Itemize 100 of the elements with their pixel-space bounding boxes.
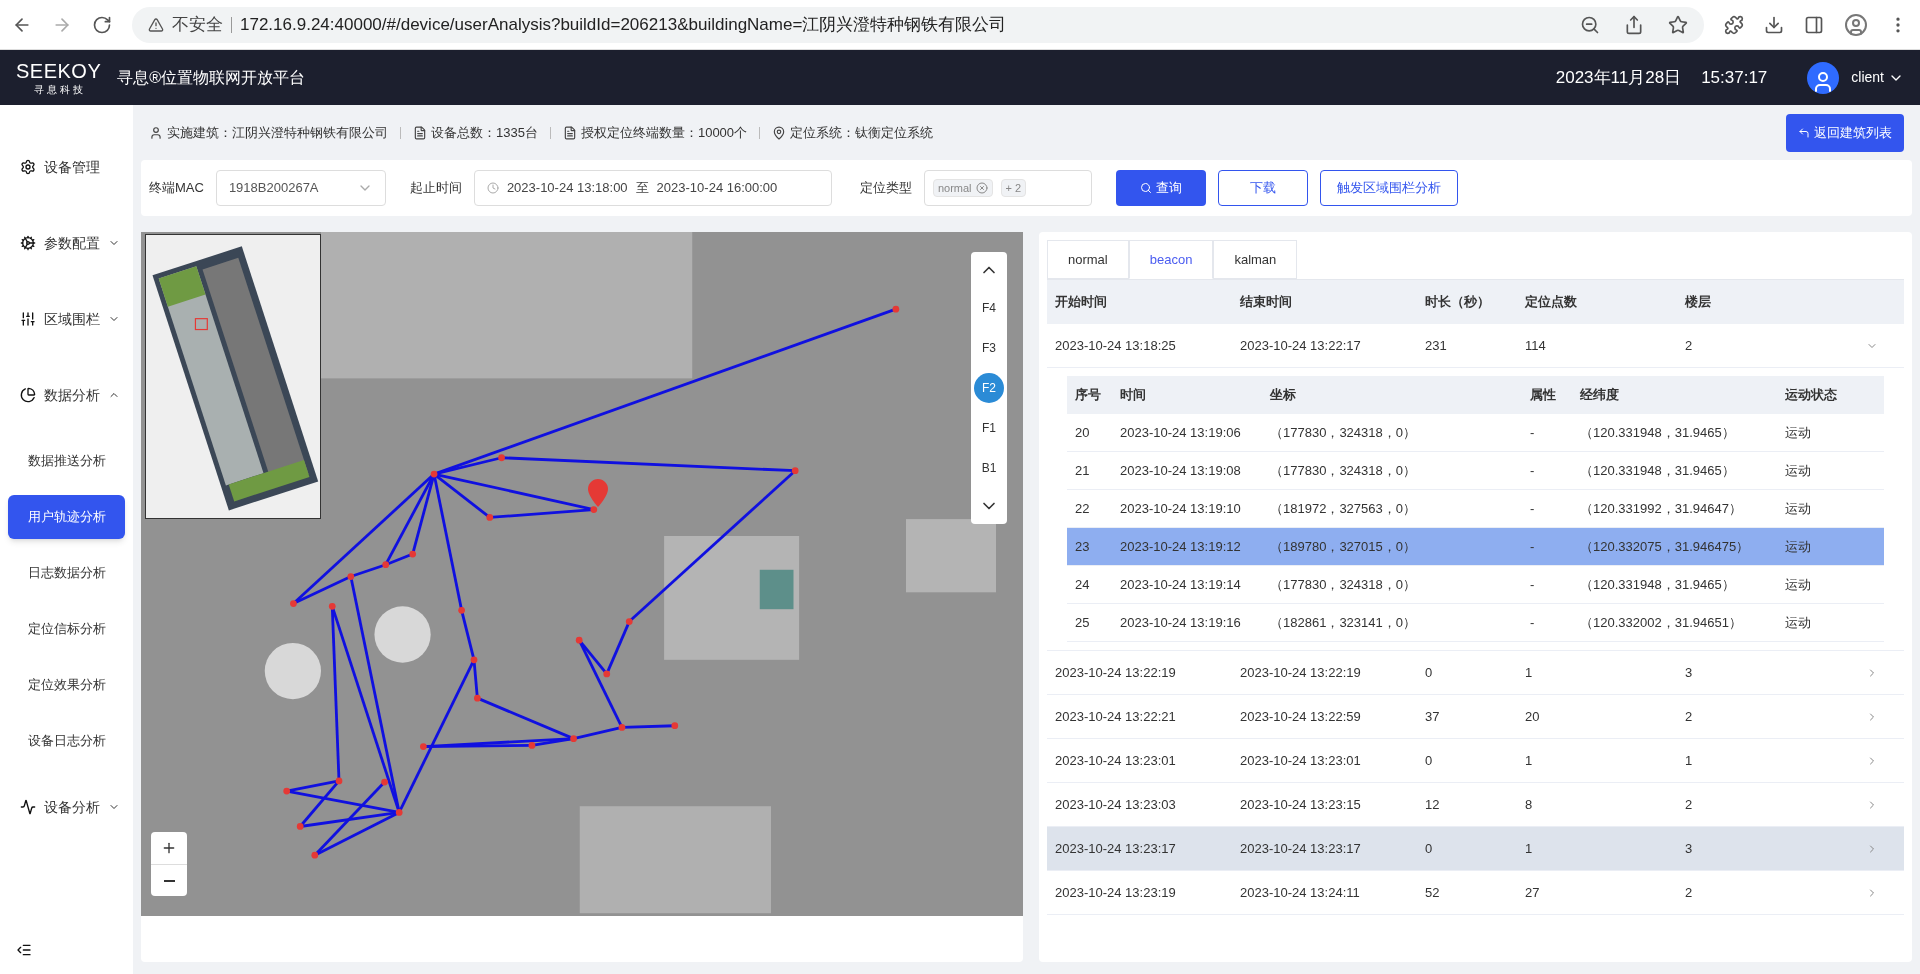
table-cell-text: 2023-10-24 13:22:59 bbox=[1240, 707, 1362, 726]
column-header: 运动状态 bbox=[1785, 386, 1838, 405]
table-cell-text: 0 bbox=[1425, 751, 1434, 770]
sliders-icon bbox=[20, 311, 36, 327]
table-cell-text: （177830，324318，0） bbox=[1270, 575, 1417, 594]
sidebar-menu-item[interactable]: 数据分析 bbox=[0, 375, 133, 415]
table-row[interactable]: 2023-10-24 13:23:17 2023-10-24 13:23:17 0 1 3 bbox=[1047, 827, 1904, 871]
header-time: 15:37:17 bbox=[1701, 66, 1768, 89]
document-icon bbox=[562, 125, 577, 140]
table-cell-text: - bbox=[1530, 499, 1536, 518]
table-cell-text: 2023-10-24 13:23:19 bbox=[1055, 883, 1177, 902]
table-cell-text: 2023-10-24 13:19:14 bbox=[1120, 575, 1242, 594]
gears-icon bbox=[20, 235, 36, 251]
mac-select[interactable]: 1918B200267A bbox=[215, 170, 386, 206]
reload-icon[interactable] bbox=[92, 14, 112, 35]
warning-icon bbox=[148, 16, 164, 33]
date-range-field[interactable]: 2023-10-24 13:18:00 至 2023-10-24 16:00:00 bbox=[473, 170, 832, 206]
table-cell-text: 0 bbox=[1425, 663, 1434, 682]
action-button[interactable]: 触发区域围栏分析 bbox=[1319, 170, 1458, 206]
table-cell-text: 运动 bbox=[1785, 613, 1812, 632]
floor-button[interactable]: F4 bbox=[974, 293, 1004, 323]
table-cell-text: 2023-10-24 13:24:11 bbox=[1240, 883, 1361, 902]
security-label: 不安全 bbox=[172, 13, 223, 36]
tab[interactable]: beacon bbox=[1128, 240, 1214, 279]
detail-row[interactable]: 23 2023-10-24 13:19:12 （189780，327015，0） - （120.332075，31.946475） 运动 bbox=[1067, 528, 1884, 566]
sidebar-submenu-item[interactable]: 日志数据分析 bbox=[8, 551, 125, 595]
zoom-icon[interactable] bbox=[1580, 14, 1600, 35]
table-cell-text: 0 bbox=[1425, 839, 1434, 858]
table-cell-text: 8 bbox=[1525, 795, 1534, 814]
sidebar-submenu-item[interactable]: 设备日志分析 bbox=[8, 719, 125, 763]
table-cell-text: 2023-10-24 13:19:12 bbox=[1120, 537, 1242, 556]
sidebar-menu-item[interactable]: 设备管理 bbox=[0, 147, 133, 187]
sidebar-menu-item[interactable]: 参数配置 bbox=[0, 223, 133, 263]
table-cell-text: （120.332075，31.946475） bbox=[1580, 537, 1751, 556]
search-button[interactable]: 查询 bbox=[1115, 170, 1206, 206]
clock-icon bbox=[486, 182, 499, 194]
document-icon bbox=[413, 125, 427, 140]
user-name[interactable]: client bbox=[1851, 67, 1884, 88]
column-header: 序号 bbox=[1075, 386, 1102, 405]
table-cell-text: 1 bbox=[1525, 751, 1534, 770]
floor-button[interactable]: F2 bbox=[974, 373, 1004, 403]
filter-label: 定位类型 bbox=[859, 179, 912, 198]
column-header: 时间 bbox=[1120, 386, 1147, 405]
column-header: 属性 bbox=[1530, 386, 1557, 405]
table-cell-text: 运动 bbox=[1785, 575, 1812, 594]
tab[interactable]: kalman bbox=[1213, 240, 1298, 279]
table-cell-text: 22 bbox=[1075, 499, 1091, 518]
table-cell-text: 3 bbox=[1685, 839, 1694, 858]
column-header: 开始时间 bbox=[1055, 293, 1108, 312]
map-pin-icon bbox=[772, 125, 787, 140]
side-panel-icon[interactable] bbox=[1804, 14, 1824, 35]
table-cell-text: （182861，323141，0） bbox=[1270, 613, 1417, 632]
table-cell-text: 114 bbox=[1525, 336, 1547, 355]
pie-chart-icon bbox=[20, 387, 36, 403]
table-cell-text: 2023-10-24 13:23:01 bbox=[1240, 751, 1362, 770]
table-cell-text: （120.331992，31.94647） bbox=[1580, 499, 1743, 518]
sidebar-menu-item[interactable]: 设备分析 bbox=[0, 787, 133, 827]
back-to-list-button[interactable]: 返回建筑列表 bbox=[1786, 113, 1904, 152]
tab[interactable]: normal bbox=[1047, 240, 1129, 279]
table-cell-text: 2 bbox=[1685, 795, 1694, 814]
star-icon[interactable] bbox=[1668, 14, 1688, 35]
floor-button[interactable]: F1 bbox=[974, 413, 1004, 443]
sidebar-submenu-item[interactable]: 用户轨迹分析 bbox=[8, 495, 125, 539]
profile-icon[interactable] bbox=[1844, 12, 1868, 37]
extension-icon[interactable] bbox=[1724, 14, 1744, 35]
table-cell-text: 231 bbox=[1425, 336, 1448, 355]
table-cell-text: 20 bbox=[1075, 423, 1091, 442]
table-cell-text: 21 bbox=[1075, 461, 1091, 480]
floor-button[interactable]: B1 bbox=[974, 453, 1004, 483]
gear-icon bbox=[20, 159, 36, 175]
logo-text: SEEKOY bbox=[16, 60, 102, 81]
table-cell-text: - bbox=[1530, 575, 1536, 594]
header-date: 2023年11月28日 bbox=[1555, 66, 1682, 89]
download-icon[interactable] bbox=[1764, 14, 1784, 35]
table-cell-text: （120.332002，31.94651） bbox=[1580, 613, 1743, 632]
filter-label: 终端MAC bbox=[149, 179, 204, 198]
sidebar-submenu-item[interactable]: 定位效果分析 bbox=[8, 663, 125, 707]
table-cell-text: （120.331948，31.9465） bbox=[1580, 461, 1736, 480]
table-cell-text: （177830，324318，0） bbox=[1270, 461, 1417, 480]
sidebar-submenu-item[interactable]: 数据推送分析 bbox=[8, 439, 125, 483]
info-text: 授权定位终端数量：10000个 bbox=[580, 123, 748, 142]
remove-tag-icon[interactable] bbox=[975, 182, 988, 194]
address-bar[interactable]: 不安全 172.16.9.24:40000/#/device/userAnalysis?buildId=206213&buildingName=江阴兴澄特种钢铁有限公司 bbox=[132, 6, 1704, 43]
search-icon bbox=[1139, 182, 1152, 194]
action-button[interactable]: 下载 bbox=[1217, 170, 1308, 206]
table-cell-text: （181972，327563，0） bbox=[1270, 499, 1417, 518]
location-pin-icon bbox=[588, 479, 608, 507]
sidebar-submenu-item[interactable]: 定位信标分析 bbox=[8, 607, 125, 651]
floor-button[interactable]: F3 bbox=[974, 333, 1004, 363]
more-tag: + 2 bbox=[1000, 178, 1027, 198]
sidebar-menu-item[interactable]: 区域围栏 bbox=[0, 299, 133, 339]
table-cell-text: 52 bbox=[1425, 883, 1441, 902]
collapse-menu-icon[interactable] bbox=[16, 942, 32, 958]
user-icon bbox=[149, 125, 163, 140]
share-icon[interactable] bbox=[1624, 14, 1644, 35]
user-avatar[interactable] bbox=[1807, 61, 1840, 94]
table-cell-text: 2 bbox=[1685, 336, 1694, 355]
table-cell-text: - bbox=[1530, 423, 1536, 442]
table-cell-text: 27 bbox=[1525, 883, 1541, 902]
table-cell-text: - bbox=[1530, 613, 1536, 632]
